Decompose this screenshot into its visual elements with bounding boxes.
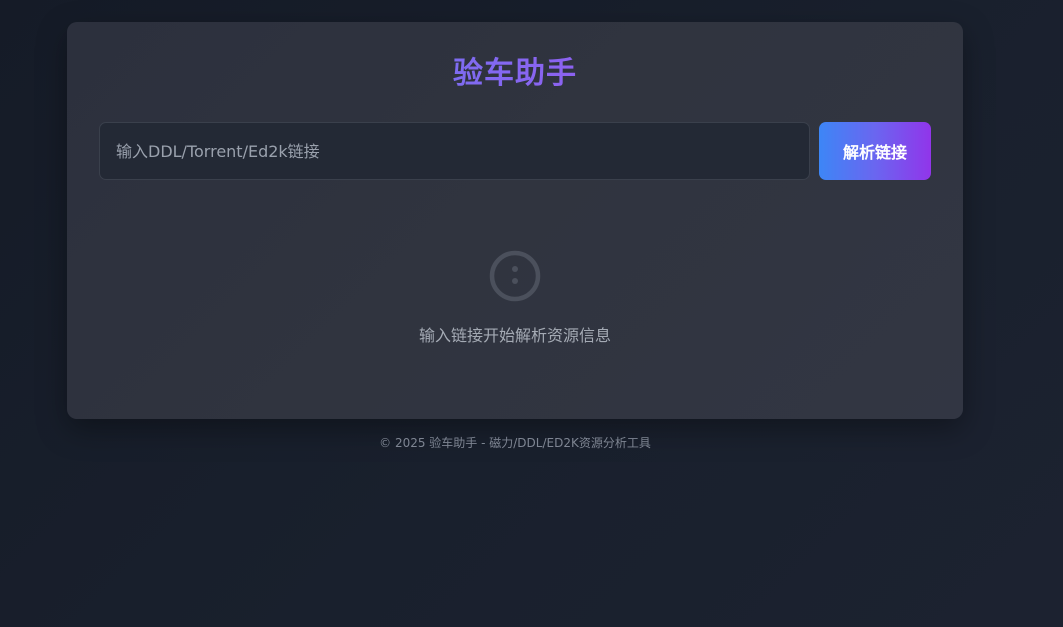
empty-state-message: 输入链接开始解析资源信息 bbox=[418, 326, 611, 345]
link-input[interactable] bbox=[99, 122, 810, 180]
main-card: 验车助手 解析链接 输入链接开始解析资源信息 bbox=[67, 22, 963, 419]
footer-copyright: © 2025 验车助手 - 磁力/DDL/ED2K资源分析工具 bbox=[379, 436, 651, 450]
page-title: 验车助手 bbox=[67, 54, 963, 94]
info-circle-icon bbox=[489, 250, 541, 302]
parse-link-button[interactable]: 解析链接 bbox=[819, 122, 931, 180]
